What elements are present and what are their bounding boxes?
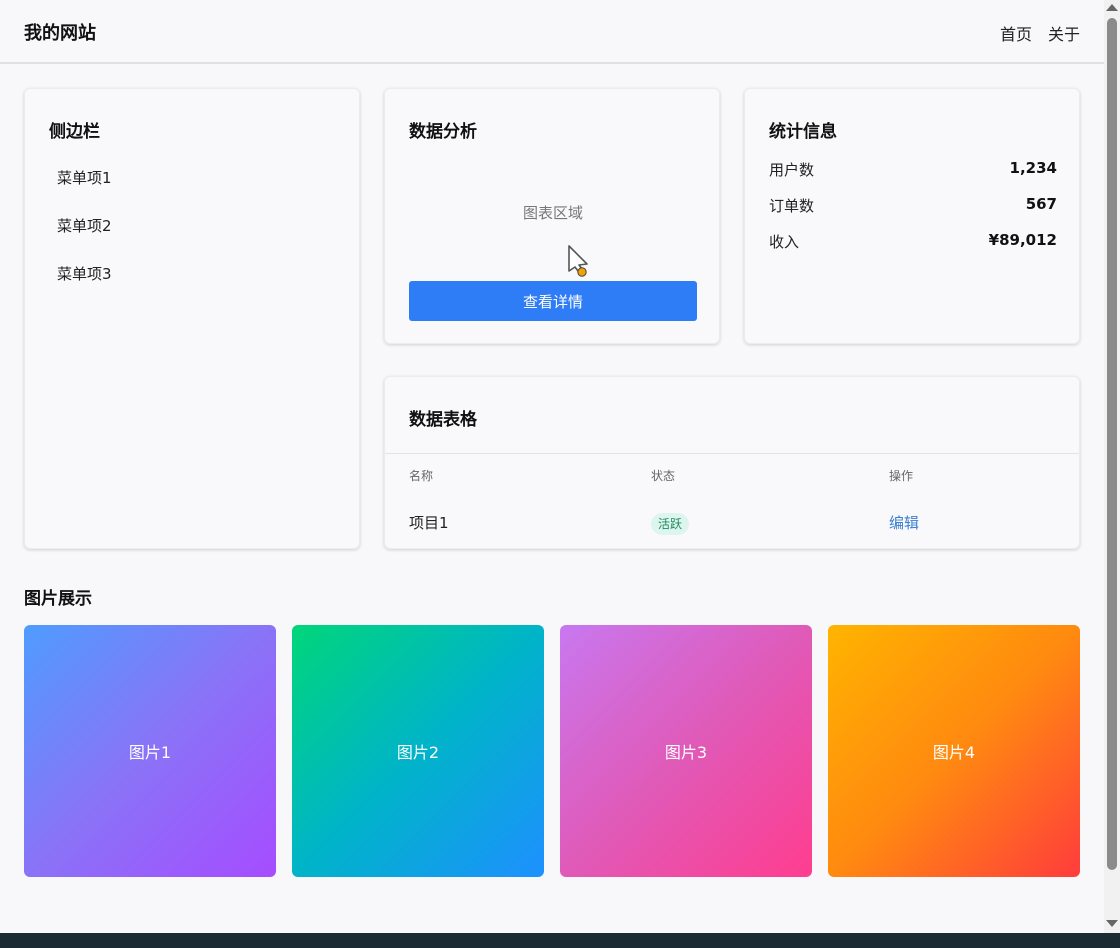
gallery-image-1[interactable]: 图片1 (24, 625, 276, 877)
top-nav: 首页 关于 (1000, 21, 1080, 45)
scroll-down-arrow-icon[interactable] (1106, 920, 1118, 927)
pointer-cursor-icon (568, 245, 588, 277)
page: 我的网站 首页 关于 侧边栏 菜单项1 菜单项2 菜单项3 数据分析 图表区域 … (0, 0, 1104, 933)
gallery-image-4[interactable]: 图片4 (828, 625, 1080, 877)
site-header: 我的网站 首页 关于 (0, 0, 1104, 64)
stat-label: 收入 (769, 233, 800, 251)
analysis-title: 数据分析 (409, 122, 477, 142)
stats-card: 统计信息 用户数 1,234 订单数 567 收入 ¥89,012 (744, 88, 1080, 344)
gallery-image-label: 图片1 (128, 743, 172, 762)
analysis-card: 数据分析 图表区域 查看详情 (384, 88, 720, 344)
stat-row-revenue: 收入 ¥89,012 (769, 231, 1057, 252)
scrollbar-thumb[interactable] (1107, 18, 1117, 870)
sidebar-card: 侧边栏 菜单项1 菜单项2 菜单项3 (24, 88, 360, 549)
sidebar-item-2[interactable]: 菜单项2 (57, 215, 112, 236)
stat-value: 1,234 (1009, 159, 1057, 177)
status-badge: 活跃 (651, 513, 690, 535)
stat-label: 用户数 (769, 161, 815, 179)
stat-row-users: 用户数 1,234 (769, 159, 1057, 180)
gallery-image-label: 图片2 (396, 743, 440, 762)
view-details-button[interactable]: 查看详情 (409, 281, 697, 321)
column-header-status: 状态 (651, 469, 676, 483)
column-header-name: 名称 (409, 469, 434, 483)
table-divider (385, 453, 1079, 454)
sidebar-item-3[interactable]: 菜单项3 (57, 263, 112, 284)
nav-link-home[interactable]: 首页 (1000, 21, 1032, 45)
chart-area: 图表区域 (522, 204, 583, 222)
gallery-image-label: 图片3 (664, 743, 708, 762)
nav-link-about[interactable]: 关于 (1048, 21, 1080, 45)
stat-value: ¥89,012 (988, 231, 1057, 249)
stat-value: 567 (1025, 195, 1057, 213)
stats-title: 统计信息 (769, 122, 837, 142)
scroll-up-arrow-icon[interactable] (1106, 4, 1118, 11)
gallery-image-3[interactable]: 图片3 (560, 625, 812, 877)
sidebar-item-1[interactable]: 菜单项1 (57, 167, 112, 188)
column-header-action: 操作 (889, 469, 914, 483)
stat-row-orders: 订单数 567 (769, 195, 1057, 216)
gallery-title: 图片展示 (24, 589, 92, 609)
gallery-image-2[interactable]: 图片2 (292, 625, 544, 877)
edit-link[interactable]: 编辑 (889, 512, 919, 533)
site-title[interactable]: 我的网站 (24, 19, 96, 45)
sidebar-title: 侧边栏 (49, 122, 100, 142)
gallery-image-label: 图片4 (932, 743, 976, 762)
data-table-card: 数据表格 名称 状态 操作 项目1 活跃 编辑 (384, 376, 1080, 549)
table-title: 数据表格 (409, 410, 477, 430)
stat-label: 订单数 (769, 197, 815, 215)
table-cell-name: 项目1 (409, 514, 449, 532)
bottom-bar (0, 933, 1120, 948)
